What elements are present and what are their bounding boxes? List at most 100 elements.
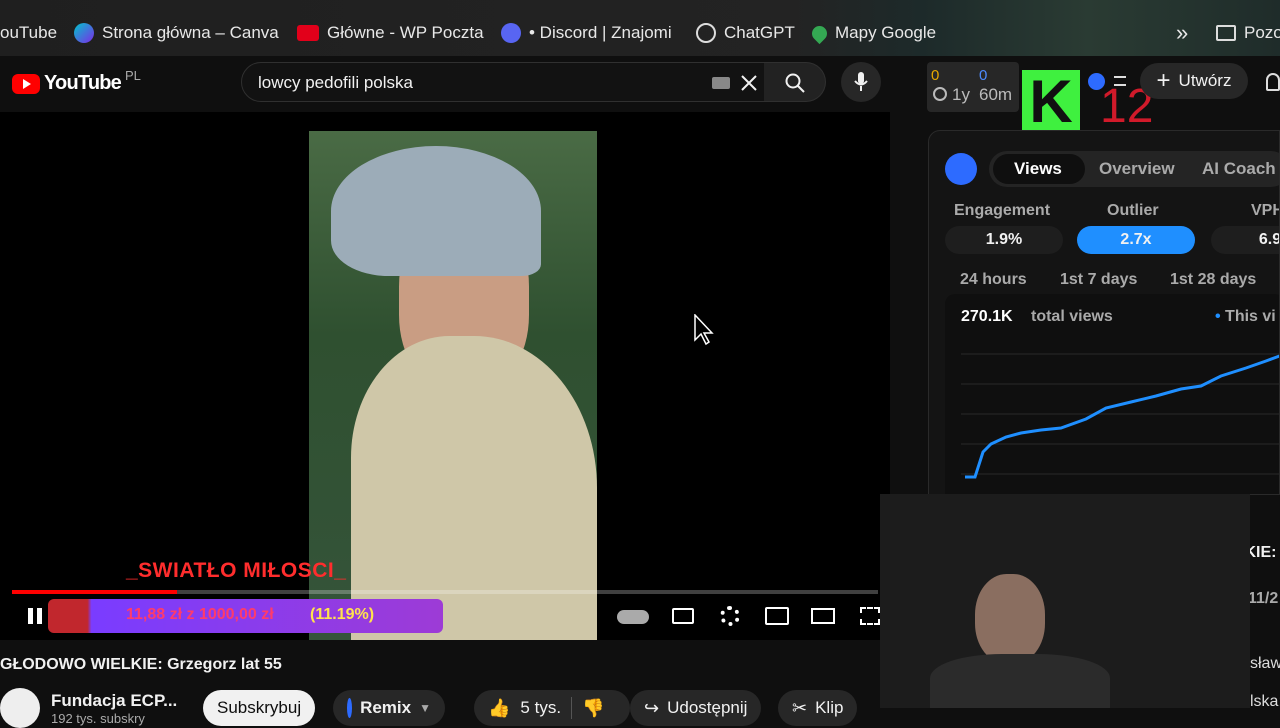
k-logo: K	[1022, 70, 1080, 134]
legend-label: This vi	[1225, 308, 1276, 325]
remix-button[interactable]: Remix ▼	[333, 690, 445, 726]
pause-icon[interactable]	[26, 607, 44, 625]
bookmark-chatgpt[interactable]: ChatGPT	[696, 21, 795, 45]
menu-icon[interactable]	[1114, 76, 1126, 86]
bookmark-youtube[interactable]: ouTube	[0, 21, 57, 45]
maps-pin-icon	[808, 22, 831, 44]
subtitles-icon[interactable]	[672, 608, 694, 624]
logo-text: YouTube	[44, 72, 122, 94]
chart-legend: • This vi	[1215, 308, 1276, 326]
webcam-overlay	[880, 494, 1250, 708]
bookmark-label: Główne - WP Poczta	[327, 23, 484, 42]
donation-text: 11,88 zł z 1000,00 zł	[126, 606, 274, 623]
period-28-days[interactable]: 1st 28 days	[1170, 271, 1256, 289]
folder-icon	[1216, 25, 1236, 41]
notifications-icon[interactable]	[1266, 73, 1280, 91]
thumbs-up-icon[interactable]: 👍	[488, 698, 510, 719]
chevron-down-icon: ▼	[419, 701, 431, 715]
progress-fill	[12, 590, 177, 594]
share-icon: ↪	[644, 697, 660, 718]
views-line-chart	[961, 353, 1279, 479]
bookmark-google-maps[interactable]: Mapy Google	[808, 21, 937, 45]
settings-gear-icon[interactable]	[720, 606, 740, 626]
timer-bottom-right: 60m	[979, 85, 1013, 104]
views-series-line	[965, 354, 1279, 479]
subscribe-button[interactable]: Subskrybuj	[203, 690, 316, 726]
bookmark-canva[interactable]: Strona główna – Canva	[74, 21, 279, 45]
channel-name[interactable]: Fundacja ECP...	[51, 691, 177, 711]
fullscreen-icon[interactable]	[860, 607, 880, 625]
miniplayer-icon[interactable]	[765, 607, 789, 625]
create-label: Utwórz	[1178, 71, 1232, 90]
metric-label-outlier: Outlier	[1107, 202, 1159, 219]
period-7-days[interactable]: 1st 7 days	[1060, 271, 1137, 289]
vidiq-icon[interactable]	[1088, 73, 1105, 90]
more-bookmarks-icon[interactable]: »	[1176, 20, 1188, 45]
cap	[331, 146, 541, 276]
discord-icon	[501, 23, 521, 43]
clip-label: Klip	[815, 698, 844, 717]
mouse-cursor-icon	[694, 314, 714, 346]
bookmark-label: Strona główna – Canva	[102, 23, 279, 42]
channel-avatar[interactable]	[0, 688, 40, 728]
donation-percent: (11.19%)	[310, 606, 375, 623]
scissors-icon: ✂	[792, 697, 808, 718]
metric-value-vph: 6.9	[1211, 226, 1279, 254]
theater-mode-icon[interactable]	[811, 608, 835, 624]
clip-button[interactable]: ✂ Klip	[778, 690, 858, 726]
video-title: GŁODOWO WIELKIE: Grzegorz lat 55	[0, 656, 282, 673]
bookmark-label: Mapy Google	[835, 23, 937, 42]
autoplay-toggle[interactable]	[617, 610, 649, 624]
bookmark-folder[interactable]: Pozo	[1216, 21, 1280, 45]
tab-overview[interactable]: Overview	[1099, 159, 1175, 179]
views-chart-card: 270.1K total views • This vi	[945, 294, 1279, 494]
metric-value-outlier: 2.7x	[1077, 226, 1195, 254]
clock-icon	[933, 87, 947, 101]
extension-timer[interactable]: 0 0 1y 60m	[927, 62, 1019, 112]
masthead: YouTube PL lowcy pedofili polska 0 0 1y …	[0, 56, 1280, 134]
share-label: Udostępnij	[667, 698, 748, 717]
bookmark-label: ChatGPT	[724, 23, 795, 42]
search-value: lowcy pedofili polska	[258, 73, 413, 92]
search-button[interactable]	[764, 62, 826, 102]
like-divider	[571, 697, 573, 719]
bookmark-label: Pozo	[1244, 23, 1280, 42]
period-24h[interactable]: 24 hours	[960, 271, 1027, 289]
side-text-4: lska:	[1250, 693, 1280, 710]
plus-icon: +	[1156, 67, 1171, 94]
total-views-label: total views	[1031, 308, 1113, 325]
country-code: PL	[124, 68, 141, 83]
timer-bottom-left: 1y	[952, 85, 970, 104]
side-text-3: sław	[1250, 655, 1280, 672]
voice-search-button[interactable]	[841, 62, 881, 102]
overlay-caption: _SWIATŁO MIŁOSCI_	[126, 559, 347, 582]
bookmark-discord[interactable]: • Discord | Znajomi	[501, 21, 672, 45]
youtube-logo[interactable]: YouTube PL	[12, 68, 141, 95]
bookmark-wp-poczta[interactable]: Główne - WP Poczta	[297, 21, 484, 45]
subscriber-count: 192 tys. subskry	[51, 711, 145, 726]
donation-bar: 11,88 zł z 1000,00 zł (11.19%)	[48, 599, 443, 633]
tab-ai-coach[interactable]: AI Coach	[1202, 159, 1276, 179]
like-dislike-group: 👍 5 tys. 👎	[474, 690, 630, 726]
subscribe-label: Subskrybuj	[217, 698, 302, 717]
clear-search-icon[interactable]	[740, 74, 758, 92]
share-button[interactable]: ↪ Udostępnij	[630, 690, 762, 726]
video-player[interactable]: _SWIATŁO MIŁOSCI_ 11,88 zł z 1000,00 zł …	[0, 112, 890, 640]
canva-icon	[74, 23, 94, 43]
metric-label-engagement: Engagement	[954, 202, 1051, 219]
progress-track[interactable]	[12, 590, 878, 594]
legend-dot: •	[1215, 308, 1226, 325]
bookmark-label: ouTube	[0, 23, 58, 42]
vidiq-panel: Views Overview AI Coach Engagement Outli…	[928, 130, 1280, 495]
tab-views[interactable]: Views	[1014, 159, 1062, 179]
like-count[interactable]: 5 tys.	[520, 698, 561, 718]
metric-value-engagement: 1.9%	[945, 226, 1063, 254]
search-icon	[785, 73, 805, 93]
thumbs-down-icon[interactable]: 👎	[582, 698, 604, 719]
search-input[interactable]: lowcy pedofili polska	[241, 62, 766, 102]
remix-label: Remix	[360, 698, 412, 717]
keyboard-icon[interactable]	[712, 77, 730, 89]
create-button[interactable]: + Utwórz	[1140, 63, 1248, 99]
timer-top-right: 0	[979, 67, 988, 84]
wp-icon	[297, 25, 319, 41]
